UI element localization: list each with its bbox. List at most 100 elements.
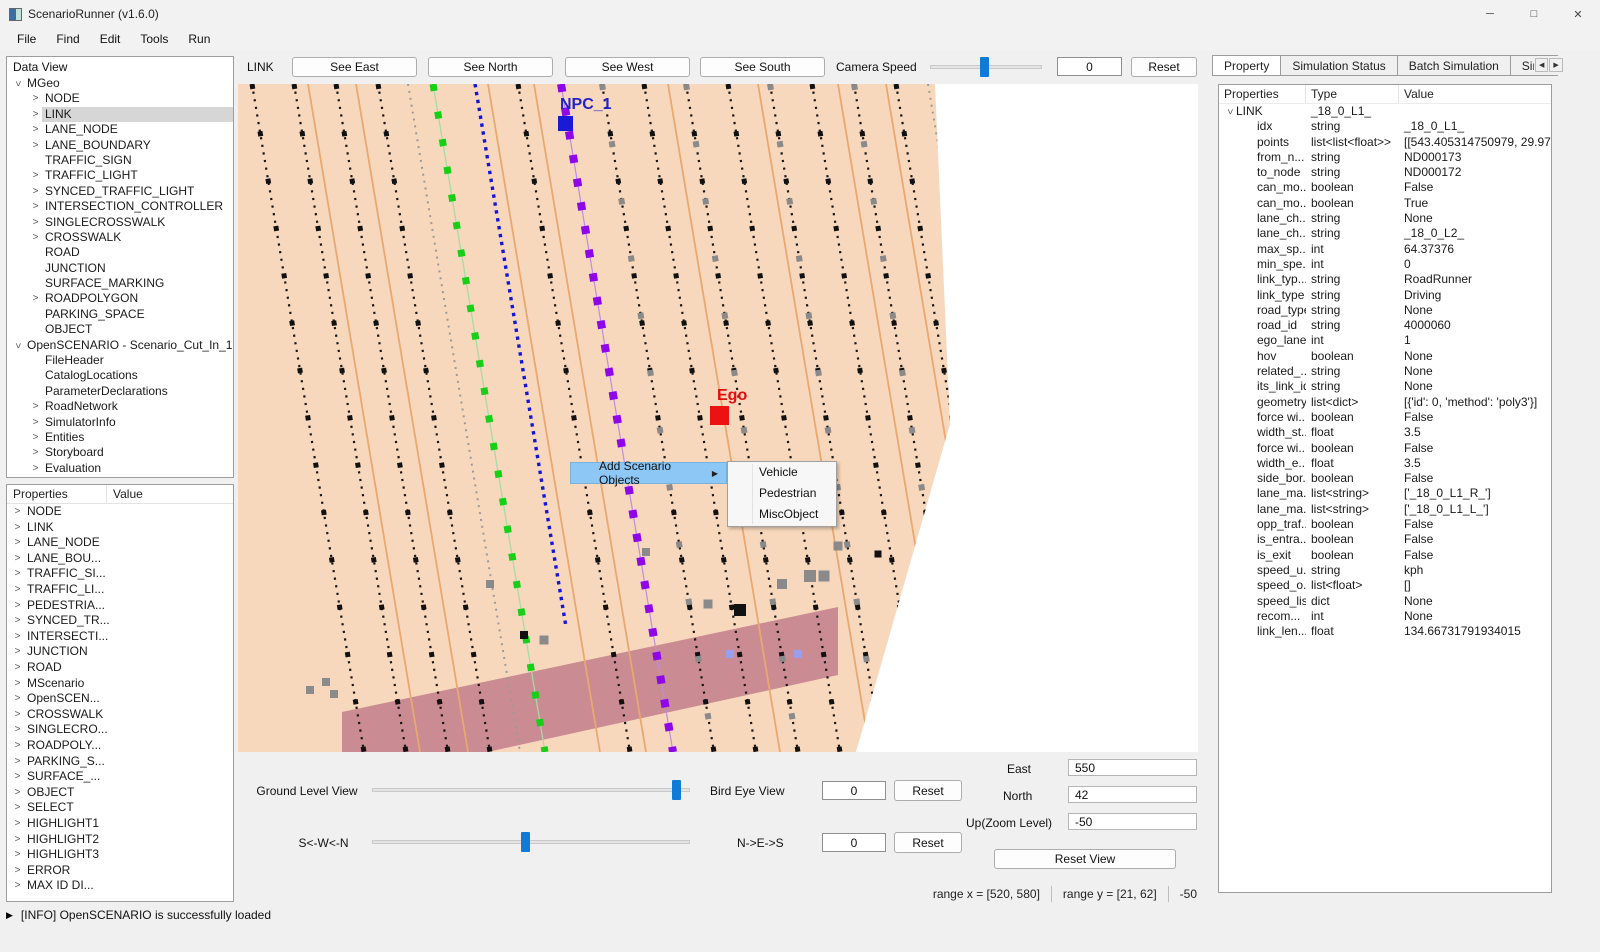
property-group-synced-tr-[interactable]: >SYNCED_TR... [7,613,233,629]
property-row[interactable]: side_bor...booleanFalse [1219,471,1551,486]
ego-vehicle-marker[interactable] [710,406,729,425]
tree-item-crosswalk[interactable]: >CROSSWALK [7,230,233,245]
chevron-collapsed-icon[interactable]: > [11,644,24,659]
tab-scroll-right-icon[interactable]: ▶ [1549,58,1562,72]
chevron-collapsed-icon[interactable]: > [11,582,24,597]
context-menu-add-scenario-objects[interactable]: Add Scenario Objects ▶ [570,462,727,484]
tab-property[interactable]: Property [1212,55,1281,76]
property-row[interactable]: idxstring_18_0_L1_ [1219,119,1551,134]
nes-reset-button[interactable]: Reset [894,832,962,853]
tree-item-road[interactable]: >ROAD [7,245,233,260]
property-group-node[interactable]: >NODE [7,504,233,520]
chevron-collapsed-icon[interactable]: > [29,291,42,306]
submenu-item-vehicle[interactable]: Vehicle [728,462,836,483]
property-row[interactable]: lane_ma...list<string>['_18_0_L1_R_'] [1219,486,1551,501]
property-row[interactable]: min_spe...int0 [1219,257,1551,272]
property-row[interactable]: geometrylist<dict>[{'id': 0, 'method': '… [1219,395,1551,410]
chevron-collapsed-icon[interactable]: > [11,551,24,566]
property-group-error[interactable]: >ERROR [7,863,233,879]
tree-item-cataloglocations[interactable]: >CatalogLocations [7,368,233,383]
property-row[interactable]: is_entra...booleanFalse [1219,532,1551,547]
property-row[interactable]: ego_laneint1 [1219,333,1551,348]
property-group-openscen-[interactable]: >OpenSCEN... [7,691,233,707]
up-zoom-input[interactable] [1068,813,1197,830]
tree-item-traffic-light[interactable]: >TRAFFIC_LIGHT [7,168,233,183]
property-group-object[interactable]: >OBJECT [7,785,233,801]
property-row[interactable]: max_sp...int64.37376 [1219,242,1551,257]
chevron-collapsed-icon[interactable]: > [11,629,24,644]
chevron-collapsed-icon[interactable]: > [11,785,24,800]
tree-item-openscenario-scenario-cut-in-1[interactable]: >OpenSCENARIO - Scenario_Cut_In_1 [7,338,233,353]
submenu-item-miscobject[interactable]: MiscObject [728,504,836,525]
chevron-collapsed-icon[interactable]: > [29,91,42,106]
tree-item-singlecrosswalk[interactable]: >SINGLECROSSWALK [7,215,233,230]
chevron-collapsed-icon[interactable]: > [11,738,24,753]
chevron-collapsed-icon[interactable]: > [11,816,24,831]
tree-item-entities[interactable]: >Entities [7,430,233,445]
property-row[interactable]: speed_o...list<float>[] [1219,578,1551,593]
property-group-lane-bou-[interactable]: >LANE_BOU... [7,551,233,567]
north-input[interactable] [1068,786,1197,803]
nes-input[interactable] [822,833,886,852]
chevron-collapsed-icon[interactable]: > [11,769,24,784]
chevron-collapsed-icon[interactable]: > [11,691,24,706]
property-row[interactable]: its_link_idstringNone [1219,379,1551,394]
chevron-collapsed-icon[interactable]: > [29,230,42,245]
property-row[interactable]: pointslist<list<float>>[[543.40531475097… [1219,135,1551,150]
chevron-collapsed-icon[interactable]: > [29,107,42,122]
tree-item-fileheader[interactable]: >FileHeader [7,353,233,368]
property-row[interactable]: lane_ma...list<string>['_18_0_L1_L_'] [1219,502,1551,517]
npc-vehicle-marker[interactable] [558,116,573,131]
chevron-collapsed-icon[interactable]: > [11,566,24,581]
property-row[interactable]: can_mo...booleanTrue [1219,196,1551,211]
property-row[interactable]: lane_ch...stringNone [1219,211,1551,226]
menu-edit[interactable]: Edit [90,29,131,49]
chevron-collapsed-icon[interactable]: > [11,707,24,722]
chevron-collapsed-icon[interactable]: > [11,863,24,878]
property-row[interactable]: is_exitbooleanFalse [1219,548,1551,563]
chevron-collapsed-icon[interactable]: > [29,461,42,476]
tree-item-storyboard[interactable]: >Storyboard [7,445,233,460]
property-group-pedestria-[interactable]: >PEDESTRIA... [7,598,233,614]
property-row[interactable]: >LINK_18_0_L1_ [1219,104,1551,119]
tree-item-junction[interactable]: >JUNCTION [7,261,233,276]
tree-item-parking-space[interactable]: >PARKING_SPACE [7,307,233,322]
property-group-singlecro-[interactable]: >SINGLECRO... [7,722,233,738]
swn-slider[interactable] [372,832,690,852]
menu-tools[interactable]: Tools [130,29,178,49]
property-row[interactable]: lane_ch...string_18_0_L2_ [1219,226,1551,241]
bird-eye-input[interactable] [822,781,886,800]
property-row[interactable]: related_...stringNone [1219,364,1551,379]
property-row[interactable]: recom...intNone [1219,609,1551,624]
close-button[interactable]: ✕ [1556,0,1600,28]
menu-file[interactable]: File [7,29,46,49]
tab-batch-simulation[interactable]: Batch Simulation [1397,55,1511,76]
property-group-max-id-di-[interactable]: >MAX ID DI... [7,878,233,894]
chevron-collapsed-icon[interactable]: > [11,832,24,847]
minimize-button[interactable]: ─ [1468,0,1512,28]
chevron-collapsed-icon[interactable]: > [29,138,42,153]
tree-item-roadnetwork[interactable]: >RoadNetwork [7,399,233,414]
chevron-collapsed-icon[interactable]: > [29,122,42,137]
property-group-surface-[interactable]: >SURFACE_... [7,769,233,785]
property-row[interactable]: speed_u...stringkph [1219,563,1551,578]
chevron-collapsed-icon[interactable]: > [11,847,24,862]
tab-simulation-status[interactable]: Simulation Status [1280,55,1397,76]
slider-handle[interactable] [521,832,530,852]
tree-item-object[interactable]: >OBJECT [7,322,233,337]
maximize-button[interactable]: □ [1512,0,1556,28]
menu-run[interactable]: Run [178,29,220,49]
chevron-collapsed-icon[interactable]: > [11,676,24,691]
property-row[interactable]: force wi...booleanFalse [1219,441,1551,456]
tree-item-synced-traffic-light[interactable]: >SYNCED_TRAFFIC_LIGHT [7,184,233,199]
chevron-collapsed-icon[interactable]: > [11,535,24,550]
property-group-highlight3[interactable]: >HIGHLIGHT3 [7,847,233,863]
chevron-collapsed-icon[interactable]: > [11,722,24,737]
property-row[interactable]: hovbooleanNone [1219,349,1551,364]
property-row[interactable]: can_mo...booleanFalse [1219,180,1551,195]
slider-handle[interactable] [672,780,681,800]
tree-item-intersection-controller[interactable]: >INTERSECTION_CONTROLLER [7,199,233,214]
map-canvas[interactable]: NPC_1 Ego Add Scenario Objects ▶ Vehicle… [238,84,1198,752]
property-group-select[interactable]: >SELECT [7,800,233,816]
tree-item-traffic-sign[interactable]: >TRAFFIC_SIGN [7,153,233,168]
